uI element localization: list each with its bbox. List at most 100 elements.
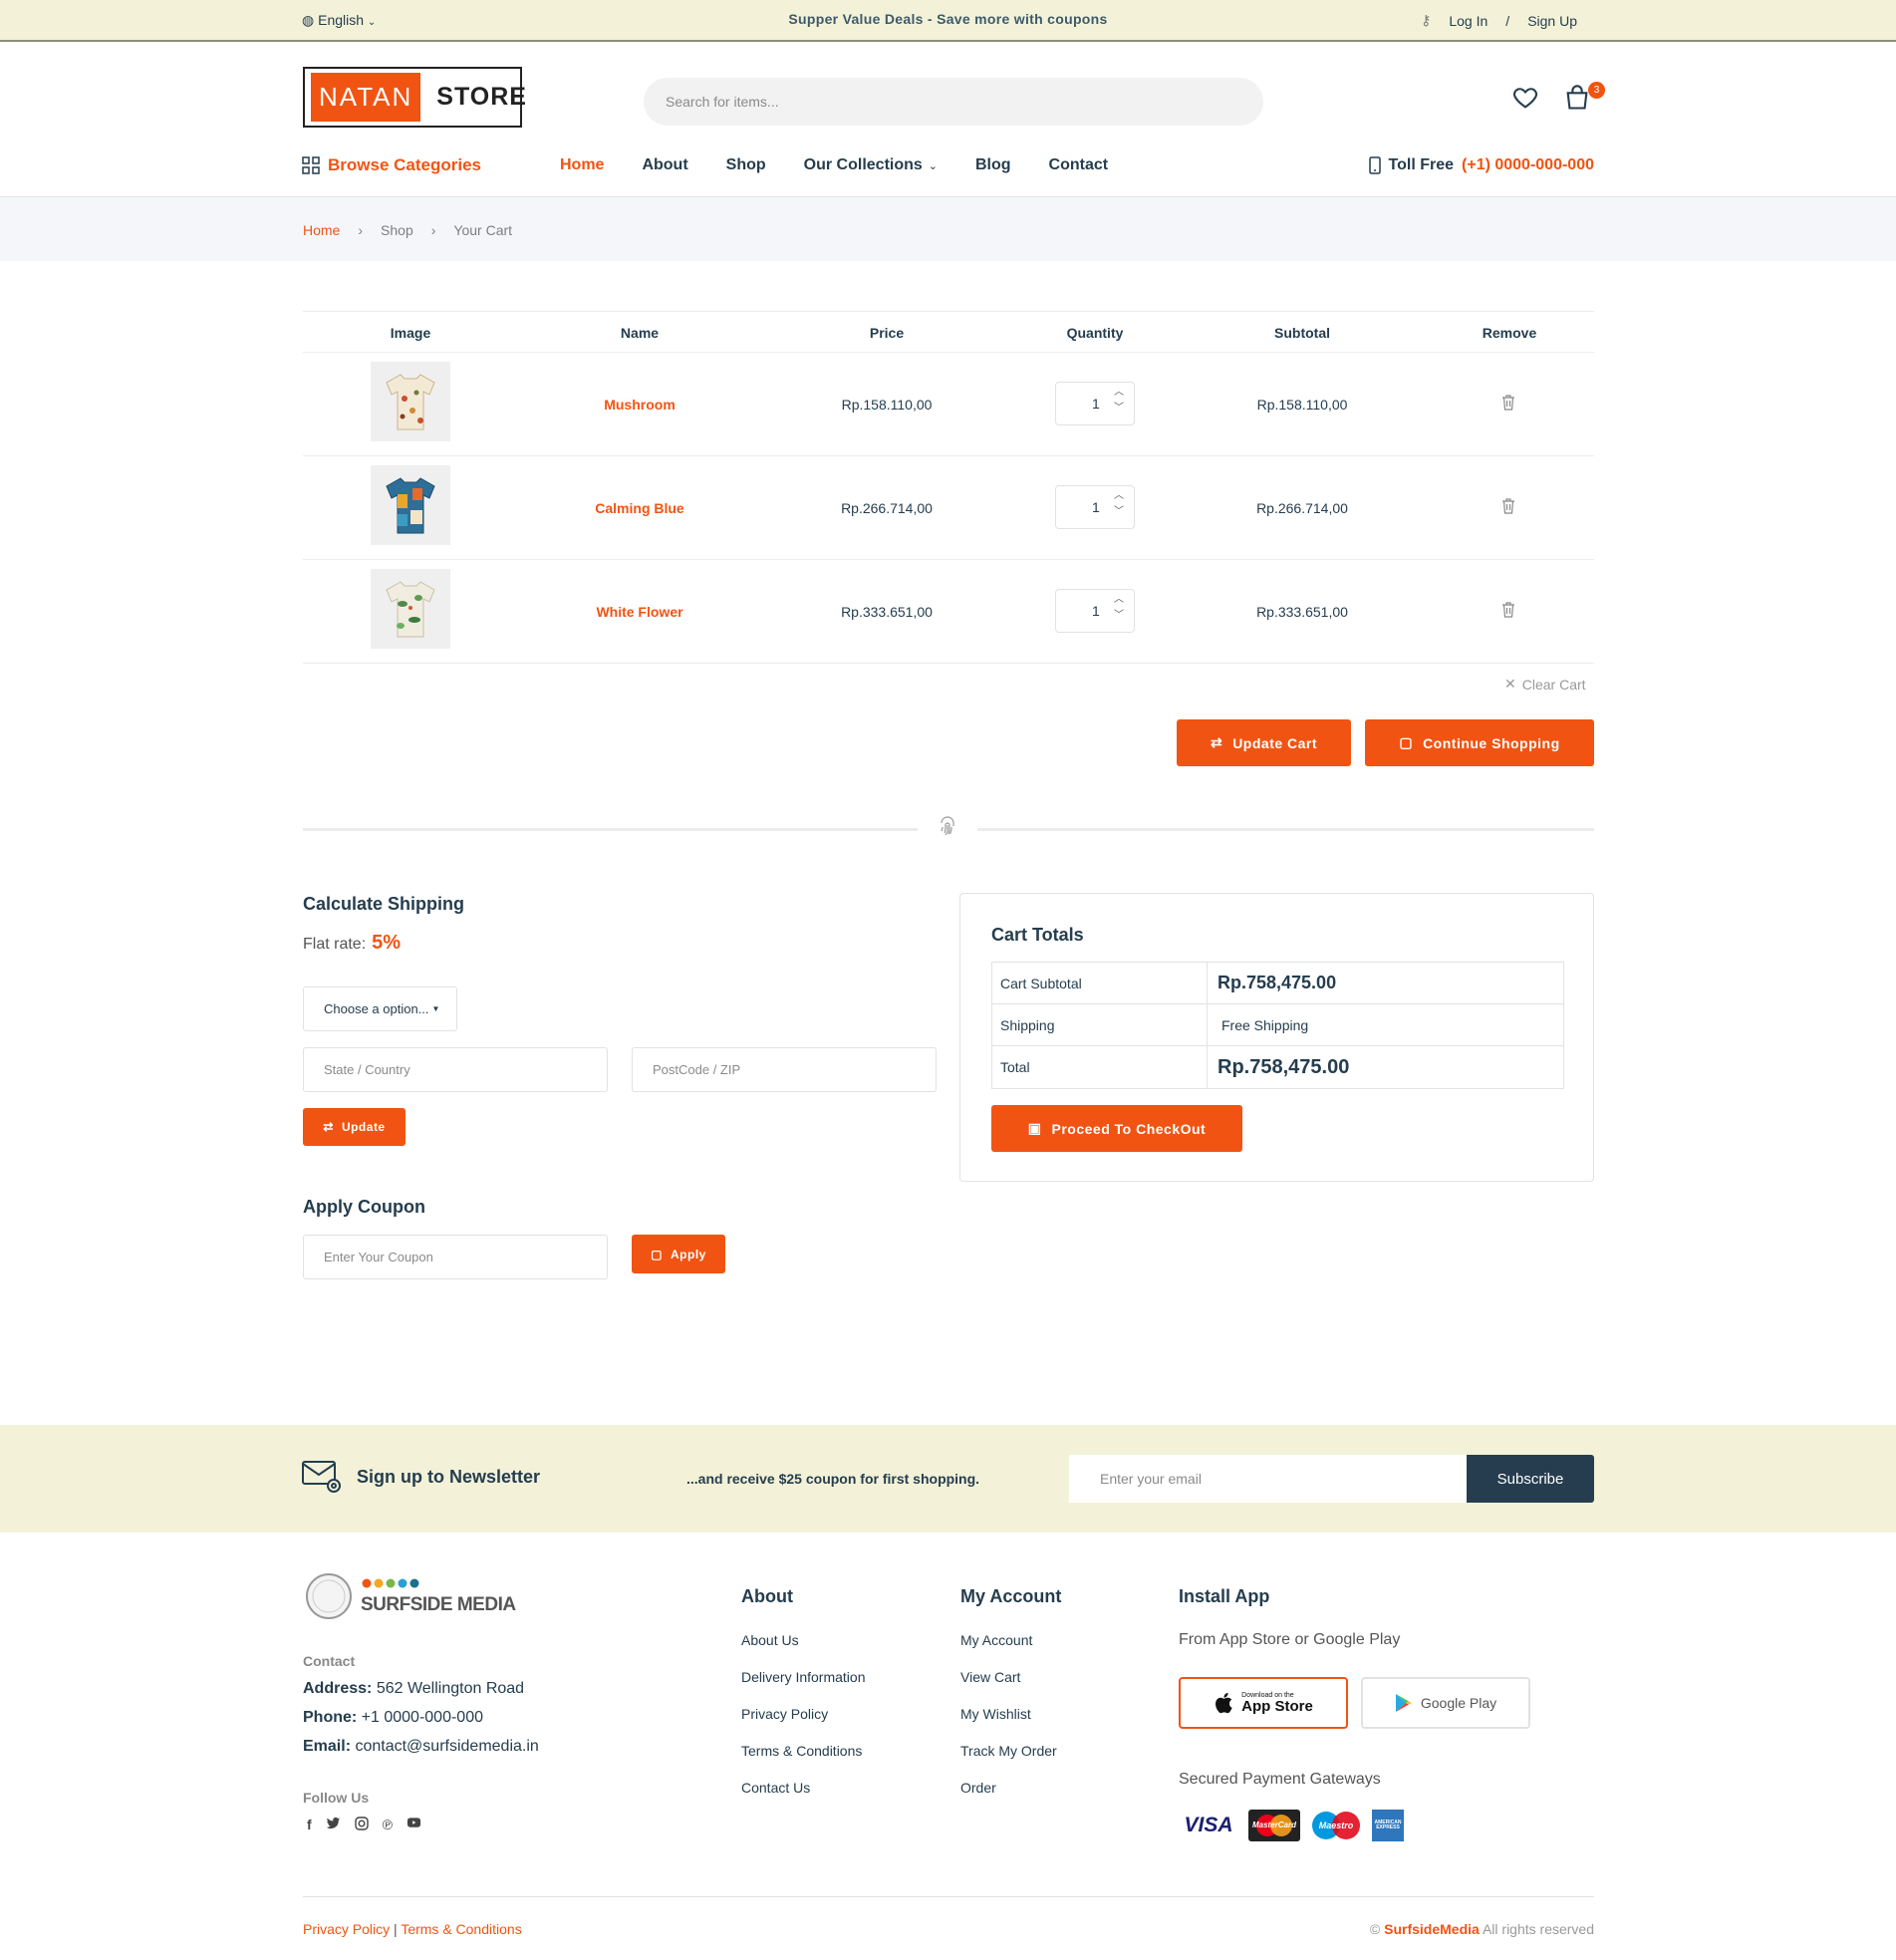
- footer-link[interactable]: Contact Us: [741, 1780, 810, 1796]
- terms-link[interactable]: Terms & Conditions: [401, 1921, 521, 1937]
- totals-title: Cart Totals: [991, 925, 1084, 945]
- privacy-link[interactable]: Privacy Policy: [303, 1921, 390, 1937]
- heart-icon[interactable]: [1511, 84, 1539, 112]
- youtube-icon[interactable]: [406, 1817, 421, 1828]
- nav-contact[interactable]: Contact: [1049, 156, 1109, 174]
- caret-down-icon: ▼: [431, 1004, 440, 1013]
- chevron-down-icon[interactable]: ﹀: [1114, 403, 1124, 415]
- footer-link[interactable]: Order: [960, 1780, 996, 1796]
- continue-shopping-label: Continue Shopping: [1423, 734, 1560, 751]
- login-link[interactable]: Log In: [1449, 13, 1488, 29]
- search-input[interactable]: Search for items...: [644, 78, 1263, 126]
- zip-field[interactable]: PostCode / ZIP: [632, 1047, 937, 1092]
- store-logo[interactable]: NATAN STORE: [303, 67, 526, 128]
- app-store-button[interactable]: Download on the App Store: [1179, 1677, 1348, 1729]
- coupon-title: Apply Coupon: [303, 1197, 425, 1217]
- chevron-up-icon[interactable]: ︿: [1114, 387, 1124, 399]
- visa-icon: VISA: [1184, 1814, 1233, 1836]
- main-nav: Browse Categories Home About Shop Our Co…: [0, 155, 1896, 177]
- product-image[interactable]: [371, 362, 450, 441]
- footer-link[interactable]: My Account: [960, 1632, 1032, 1648]
- footer-divider: [303, 1896, 1594, 1897]
- copyright-brand[interactable]: SurfsideMedia: [1384, 1921, 1480, 1937]
- country-select[interactable]: Choose a option... ▼: [303, 986, 457, 1031]
- close-icon: ✕: [1504, 676, 1516, 692]
- instagram-icon[interactable]: [354, 1817, 369, 1830]
- quantity-stepper[interactable]: 1 ︿ ﹀: [1055, 485, 1135, 529]
- cart-icon[interactable]: [1563, 84, 1591, 112]
- coupon-placeholder: Enter Your Coupon: [324, 1250, 433, 1264]
- product-subtotal: Rp.333.651,00: [1256, 604, 1348, 620]
- update-cart-button[interactable]: ⇄ Update Cart: [1177, 719, 1351, 766]
- nav-shop[interactable]: Shop: [726, 156, 766, 174]
- mail-icon: [302, 1461, 341, 1493]
- nav-home[interactable]: Home: [560, 156, 604, 174]
- newsletter-placeholder: Enter your email: [1100, 1471, 1202, 1487]
- state-field[interactable]: State / Country: [303, 1047, 608, 1092]
- newsletter-text: ...and receive $25 coupon for first shop…: [686, 1471, 980, 1487]
- nav-about[interactable]: About: [642, 156, 687, 174]
- checkout-button[interactable]: ▣ Proceed To CheckOut: [991, 1105, 1242, 1152]
- continue-shopping-button[interactable]: ▢ Continue Shopping: [1365, 719, 1594, 766]
- legal-sep: |: [394, 1921, 398, 1937]
- table-row: Mushroom Rp.158.110,00 1 ︿ ﹀ Rp.158.110,00: [303, 353, 1594, 456]
- product-image[interactable]: [371, 569, 450, 649]
- quantity-stepper[interactable]: 1 ︿ ﹀: [1055, 382, 1135, 425]
- footer-link[interactable]: Delivery Information: [741, 1669, 866, 1685]
- clear-cart-link[interactable]: ✕ Clear Cart: [1504, 676, 1586, 693]
- browse-categories-button[interactable]: Browse Categories: [302, 155, 481, 175]
- footer-link[interactable]: My Wishlist: [960, 1706, 1031, 1722]
- col-quantity: Quantity: [1066, 325, 1124, 341]
- footer-link[interactable]: View Cart: [960, 1669, 1020, 1685]
- footer-link[interactable]: Privacy Policy: [741, 1706, 828, 1722]
- signup-link[interactable]: Sign Up: [1527, 13, 1577, 29]
- newsletter-bar: Sign up to Newsletter ...and receive $25…: [0, 1425, 1896, 1533]
- trash-icon[interactable]: [1501, 395, 1515, 411]
- twitter-icon[interactable]: [326, 1817, 341, 1830]
- newsletter-email-input[interactable]: Enter your email: [1069, 1455, 1467, 1503]
- coupon-field[interactable]: Enter Your Coupon: [303, 1235, 608, 1279]
- breadcrumb-home[interactable]: Home: [303, 222, 340, 238]
- chevron-down-icon[interactable]: ﹀: [1114, 610, 1124, 622]
- apply-coupon-button[interactable]: ▢ Apply: [632, 1235, 725, 1273]
- cart-totals-panel: Cart Totals Cart Subtotal Rp.758,475.00 …: [959, 893, 1594, 1182]
- subscribe-button[interactable]: Subscribe: [1467, 1455, 1594, 1503]
- grid-icon: [302, 156, 320, 174]
- product-name-link[interactable]: Mushroom: [604, 397, 676, 413]
- cart-table-header: Image Name Price Quantity Subtotal Remov…: [303, 311, 1594, 353]
- google-play-icon: [1395, 1694, 1412, 1712]
- apple-icon: [1216, 1692, 1232, 1714]
- nav-collections[interactable]: Our Collections ⌄: [804, 156, 938, 174]
- chevron-up-icon[interactable]: ︿: [1114, 490, 1124, 502]
- chevron-up-icon[interactable]: ︿: [1114, 594, 1124, 606]
- facebook-icon[interactable]: f: [307, 1817, 312, 1832]
- product-image[interactable]: [371, 465, 450, 545]
- toll-number: (+1) 0000-000-000: [1462, 156, 1594, 173]
- phone-icon: [1368, 156, 1381, 174]
- zip-placeholder: PostCode / ZIP: [653, 1062, 741, 1077]
- trash-icon[interactable]: [1501, 498, 1515, 514]
- nav-blog[interactable]: Blog: [975, 156, 1011, 174]
- mastercard-text: MasterCard: [1251, 1820, 1296, 1829]
- chevron-down-icon[interactable]: ﹀: [1114, 506, 1124, 518]
- checkout-label: Proceed To CheckOut: [1051, 1120, 1207, 1137]
- footer-account-title: My Account: [960, 1586, 1062, 1606]
- col-image: Image: [390, 325, 431, 341]
- pinterest-icon[interactable]: ℗: [383, 1817, 393, 1832]
- footer-link[interactable]: About Us: [741, 1632, 799, 1648]
- totals-row: Total Rp.758,475.00: [992, 1046, 1563, 1088]
- email-value[interactable]: contact@surfsidemedia.in: [355, 1738, 538, 1755]
- footer-logo[interactable]: SURFSIDE MEDIA: [305, 1572, 516, 1620]
- product-name-link[interactable]: White Flower: [596, 604, 682, 620]
- breadcrumb-shop[interactable]: Shop: [381, 222, 413, 238]
- mastercard-icon: MasterCard: [1248, 1810, 1300, 1841]
- apply-coupon-label: Apply: [671, 1247, 706, 1261]
- footer-link[interactable]: Track My Order: [960, 1743, 1057, 1759]
- shipping-update-button[interactable]: ⇄ Update: [303, 1108, 406, 1146]
- footer-link[interactable]: Terms & Conditions: [741, 1743, 862, 1759]
- product-name-link[interactable]: Calming Blue: [595, 500, 683, 516]
- legal-links: Privacy Policy | Terms & Conditions: [303, 1921, 522, 1937]
- quantity-stepper[interactable]: 1 ︿ ﹀: [1055, 589, 1135, 633]
- trash-icon[interactable]: [1501, 602, 1515, 618]
- google-play-button[interactable]: Google Play: [1361, 1677, 1530, 1729]
